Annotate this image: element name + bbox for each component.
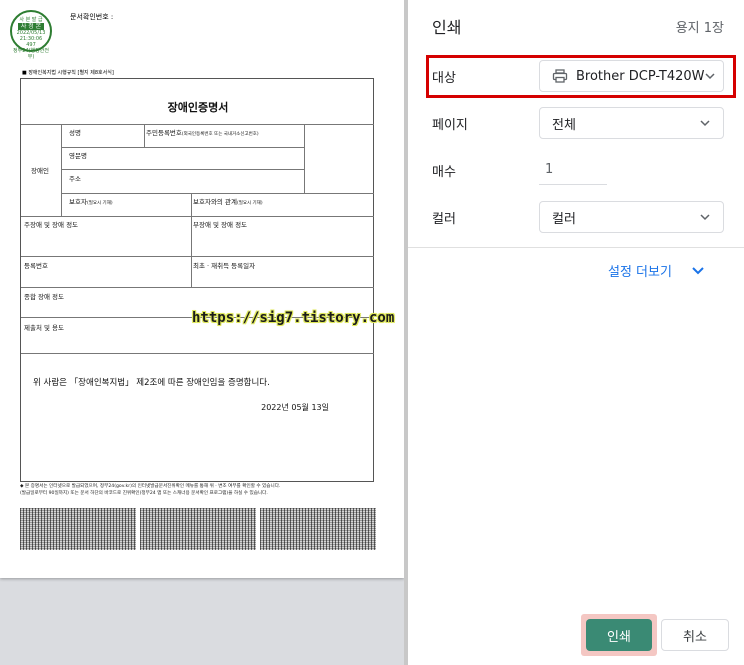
copies-label: 매수 [432, 165, 456, 180]
panel-divider [408, 247, 744, 248]
chevron-down-icon [699, 211, 711, 223]
guardian-label-text: 보호자 [69, 198, 87, 206]
rrn-label-note: (외국인등록번호 또는 국내거소신고번호) [181, 132, 259, 137]
color-select[interactable]: 컬러 [539, 201, 724, 233]
form-line [191, 193, 192, 287]
footnote: ◆ 본 증명서는 인터넷으로 발급되었으며, 정부24(gov.kr)의 인터넷… [20, 483, 380, 497]
watermark: https://sig7.tistory.com [192, 310, 395, 326]
rrn-label: 주민등록번호(외국인등록번호 또는 국내거소신고번호) [146, 127, 259, 137]
footnote-line-2: (발급일로부터 90일까지) 또는 문서 하단의 바코드로 진위확인(정부24 … [20, 491, 268, 496]
form-line [21, 216, 374, 217]
form-line [61, 147, 304, 148]
form-line [21, 353, 374, 354]
pages-select[interactable]: 전체 [539, 107, 724, 139]
destination-label: 대상 [432, 71, 456, 86]
form-line [144, 124, 145, 147]
print-preview: 사 본 발 급 사 정 본 2022/05/13 21:30:06 497 정부… [0, 0, 408, 665]
destination-select[interactable]: Brother DCP-T420W [539, 60, 724, 92]
print-settings-panel: 인쇄 용지 1장 대상 Brother DCP-T420W 페이지 전체 매수 … [408, 0, 744, 665]
cancel-button[interactable]: 취소 [661, 619, 729, 651]
footnote-line-1: ◆ 본 증명서는 인터넷으로 발급되었으며, 정부24(gov.kr)의 인터넷… [20, 484, 281, 489]
form-line [21, 256, 374, 257]
name-label: 성명 [69, 129, 81, 137]
guardian-label: 보호자(필요시 기재) [69, 196, 113, 206]
print-button[interactable]: 인쇄 [586, 619, 652, 651]
barcode-3 [260, 508, 376, 550]
reg-number-label: 등록번호 [24, 262, 48, 270]
regulation-note: ■ 장애인복지법 시행규칙 [별지 제8호서식] [22, 70, 114, 76]
paper-count: 용지 1장 [675, 21, 724, 36]
color-value: 컬러 [552, 211, 576, 227]
form-line [61, 124, 62, 216]
certification-date: 2022년 05월 13일 [261, 403, 329, 412]
guardian-label-note: (필요시 기재) [86, 201, 113, 206]
form-line [61, 169, 304, 170]
submit-purpose-label: 제출처 및 용도 [24, 324, 65, 332]
more-settings-label: 설정 더보기 [608, 265, 672, 280]
more-settings-toggle[interactable]: 설정 더보기 [608, 261, 704, 280]
doc-number-label: 문서확인번호 : [70, 13, 114, 21]
certificate-form: 장애인증명서 장애인 성명 주민등록번호(외국인등록번호 또는 국내거소신고번호… [20, 78, 374, 482]
certificate-title: 장애인증명서 [167, 101, 229, 114]
reg-date-label: 최초 · 재취득 등록일자 [193, 262, 256, 270]
copies-input[interactable] [539, 155, 607, 185]
printer-icon [552, 69, 568, 83]
seal-mid-text: 사 정 본 [17, 23, 45, 30]
panel-title: 인쇄 [432, 18, 462, 37]
chevron-down-icon [692, 266, 704, 275]
total-degree-label: 종합 장애 정도 [24, 293, 65, 301]
barcode-2 [140, 508, 256, 550]
barcode-1 [20, 508, 136, 550]
english-name-label: 영문명 [69, 152, 87, 160]
chevron-down-icon [704, 70, 715, 82]
sub-disability-label: 부장애 및 장애 정도 [193, 221, 248, 229]
issuance-seal: 사 본 발 급 사 정 본 2022/05/13 21:30:06 497 정부… [10, 10, 52, 60]
guardian-relation-note: (필요시 기재) [236, 201, 263, 206]
form-line [21, 287, 374, 288]
address-label: 주소 [69, 175, 81, 183]
applicant-label: 장애인 [31, 167, 49, 175]
main-disability-label: 주장애 및 장애 정도 [24, 221, 79, 229]
form-line [61, 193, 374, 194]
pages-label: 페이지 [432, 118, 468, 133]
chevron-down-icon [699, 117, 711, 129]
guardian-relation-label: 보호자와의 관계(필요시 기재) [193, 196, 263, 206]
color-label: 컬러 [432, 212, 456, 227]
form-line [304, 124, 305, 193]
pages-value: 전체 [552, 117, 576, 133]
guardian-relation-text: 보호자와의 관계 [193, 198, 237, 206]
form-line [21, 124, 374, 125]
certification-text: 위 사람은 「장애인복지법」 제2조에 따른 장애인임을 증명합니다. [33, 378, 270, 388]
destination-value: Brother DCP-T420W [576, 68, 705, 84]
preview-page: 사 본 발 급 사 정 본 2022/05/13 21:30:06 497 정부… [0, 0, 404, 578]
rrn-label-text: 주민등록번호 [146, 129, 182, 137]
seal-bottom-text: 정부24(행정안전부) [13, 48, 49, 60]
